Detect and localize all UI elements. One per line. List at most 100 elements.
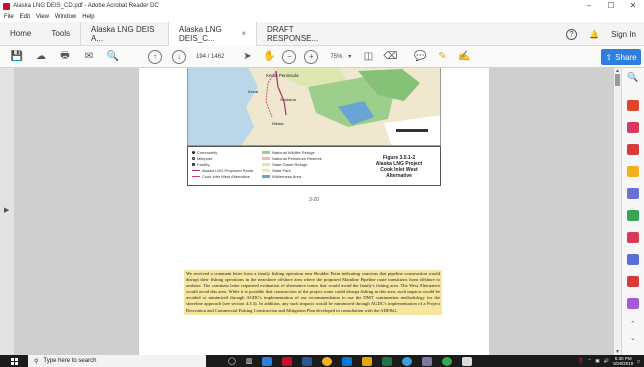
print-icon[interactable]: 🖶 [56,48,74,66]
close-button[interactable]: ✕ [622,0,644,12]
legend-item: Community [192,150,253,155]
menu-edit[interactable]: Edit [20,14,30,20]
compress-icon[interactable] [627,276,639,287]
start-button[interactable] [0,355,28,367]
windows-logo-icon [10,357,18,365]
toolbar: 💾 ☁ 🖶 ✉ 🔍 ↑ ↓ 194 / 1462 ➤ ✋ − + 75% ▾ ◫… [0,46,644,68]
sign-in-link[interactable]: Sign In [611,30,636,39]
vertical-scrollbar[interactable]: ▲ ▼ [614,68,621,355]
photos-icon[interactable] [462,356,473,366]
legend-swatch [192,157,195,160]
highlighted-paragraph[interactable]: We received a comment letter from a fami… [184,270,442,315]
tab-doc-1[interactable]: Alaska LNG DEIS A... [80,21,168,46]
acrobat-taskbar-icon[interactable] [282,356,293,366]
sign-icon[interactable]: ✍ [455,48,473,66]
acrobat-icon [3,2,10,10]
volume-icon[interactable]: 🔊 [604,358,610,364]
total-pages: 1462 [211,53,225,60]
outlook-icon[interactable] [342,356,353,366]
legend-swatch [262,175,270,178]
menu-file[interactable]: File [4,14,14,20]
upload-cloud-icon[interactable]: ☁ [32,48,50,66]
tab-doc-3-label: DRAFT RESPONSE... [267,24,319,43]
document-viewport[interactable]: Kenai Peninsula Kenai Soldotna Nikiski C… [14,68,614,355]
map-label-soldotna: Soldotna [280,97,296,102]
map-label-kenai-peninsula: Kenai Peninsula [266,73,299,78]
notifications-icon[interactable]: □ [637,359,640,364]
expand-panel-down-icon[interactable]: ⌄ [630,334,636,342]
left-nav-panel[interactable]: ▶ [0,68,14,355]
tab-doc-3[interactable]: DRAFT RESPONSE... [256,21,344,46]
help-icon[interactable]: ? [566,28,578,40]
menu-view[interactable]: View [36,14,49,20]
excel-icon[interactable] [382,356,393,366]
more-tools-icon[interactable] [627,298,639,309]
edit-pdf-icon[interactable] [627,122,639,133]
collapse-panel-icon[interactable]: ⌃ [630,320,636,328]
legend-column-mid: National Wildlife Refuge National Petrol… [262,150,322,179]
taskbar-search-box[interactable]: ⚲ Type here to search [28,355,206,367]
create-pdf-icon[interactable] [627,100,639,111]
tab-home[interactable]: Home [0,22,41,46]
send-signature-icon[interactable] [627,232,639,243]
task-view-icon[interactable]: ▥ [246,357,253,365]
fill-sign-icon[interactable] [627,210,639,221]
teams-icon[interactable] [422,356,433,366]
comment-icon[interactable]: 💬 [411,48,429,66]
skype-icon[interactable] [402,356,413,366]
legend-swatch [192,176,200,177]
scrollbar-thumb[interactable] [615,74,620,86]
legend-swatch [192,163,195,166]
highlight-pen-icon[interactable]: ✎ [433,48,451,66]
zoom-in-icon[interactable]: + [304,49,319,64]
file-explorer-icon[interactable] [362,356,373,366]
bell-icon[interactable]: 🔔 [589,30,599,39]
minimize-button[interactable]: – [578,0,600,12]
edge-icon[interactable] [262,356,273,366]
word-icon[interactable] [302,356,313,366]
protect-icon[interactable] [627,254,639,265]
cortana-icon[interactable]: ◯ [228,357,236,365]
comment-tool-icon[interactable] [627,166,639,177]
legend-item: Alaska LNG Proposed Route [192,168,253,173]
tab-doc-2[interactable]: Alaska LNG DEIS_C... × [168,21,257,46]
help-tray-icon[interactable]: ❓ [578,358,584,364]
legend-column-left: Community Milepost Facility Alaska LNG P… [192,150,253,179]
email-icon[interactable]: ✉ [80,48,98,66]
zoom-dropdown-icon[interactable]: ▾ [348,53,351,60]
menu-help[interactable]: Help [82,14,94,20]
close-tab-icon[interactable]: × [241,29,246,38]
export-pdf-icon[interactable] [627,144,639,155]
tab-bar: Home Tools Alaska LNG DEIS A... Alaska L… [0,21,644,46]
zoom-search-icon[interactable]: 🔍 [627,72,639,83]
zoom-level[interactable]: 75% [330,54,342,60]
next-page-icon[interactable]: ↓ [172,49,186,64]
window-title: Alaska LNG DEIS_CD.pdf - Adobe Acrobat R… [13,3,159,9]
window-controls: – ☐ ✕ [578,0,644,12]
prev-page-icon[interactable]: ↑ [148,49,162,64]
chrome-icon[interactable] [322,356,333,366]
app-green-icon[interactable] [442,356,453,366]
tab-tools[interactable]: Tools [41,22,80,46]
page-number-field[interactable]: 194 / 1462 [196,54,224,60]
expand-panel-icon[interactable]: ▶ [4,206,9,214]
legend-swatch [262,157,270,160]
select-cursor-icon[interactable]: ➤ [238,48,256,66]
up-arrow-tray-icon[interactable]: ⌃ [588,358,592,364]
search-icon[interactable]: 🔍 [104,48,122,66]
share-button[interactable]: ⇧ Share [601,49,641,65]
page-display-icon[interactable]: ⌫ [381,48,399,66]
zoom-out-icon[interactable]: − [282,49,297,64]
network-icon[interactable]: ▣ [595,358,599,364]
menu-window[interactable]: Window [55,14,76,20]
search-placeholder: Type here to search [43,358,97,364]
clock[interactable]: 5:30 PM 8/29/2019 [613,356,633,366]
save-icon[interactable]: 💾 [8,48,26,66]
organize-pages-icon[interactable] [627,188,639,199]
maximize-button[interactable]: ☐ [600,0,622,12]
legend-label: Milepost [197,156,212,161]
fit-page-icon[interactable]: ◫ [359,48,377,66]
hand-tool-icon[interactable]: ✋ [260,48,278,66]
legend-label: Facility [197,162,210,167]
figure-title: Figure 3.5.1-2 Alaska LNG Project Cook I… [364,155,434,179]
